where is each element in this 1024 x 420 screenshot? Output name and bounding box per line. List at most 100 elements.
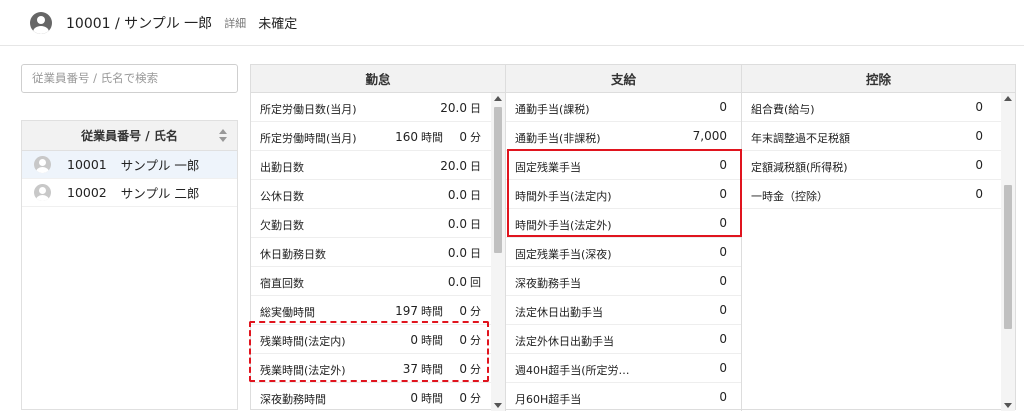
row-value: 197 時間 (395, 303, 443, 319)
attendance-row[interactable]: 公休日数 0.0 日 (251, 180, 505, 209)
row-value: 0 (975, 187, 983, 201)
employee-name: サンプル 二郎 (120, 186, 200, 201)
row-label: 年末調整過不足税額 (751, 132, 850, 145)
search-input[interactable]: 従業員番号 / 氏名で検索 (21, 64, 238, 93)
row-value: 0 (975, 100, 983, 114)
row-value: 0 (719, 100, 727, 114)
sort-icon[interactable] (219, 129, 227, 143)
value-number: 0 (410, 391, 418, 405)
value-unit: 時間 (421, 305, 443, 318)
payment-row[interactable]: 法定外休日出勤手当 0 (506, 325, 741, 354)
payments-column: 通勤手当(課税) 0 通勤手当(非課税) 7,000 固定残業手当 0 時間外手当(法… (506, 93, 742, 411)
payment-row[interactable]: 固定残業手当(深夜) 0 (506, 238, 741, 267)
row-label: 所定労働日数(当月) (260, 103, 357, 116)
attendance-row[interactable]: 欠勤日数 0.0 日 (251, 209, 505, 238)
value-number: 0 (459, 391, 467, 405)
attendance-row[interactable]: 宿直回数 0.0 回 (251, 267, 505, 296)
deductions-header: 控除 (742, 65, 1015, 93)
row-value-minutes: 0分 (459, 129, 481, 145)
attendance-row[interactable]: 所定労働時間(当月) 160 時間 0 分 (251, 122, 505, 151)
employee-list-header[interactable]: 従業員番号 / 氏名 (22, 121, 237, 151)
row-label: 週40H超手当(所定労… (515, 364, 630, 377)
deduction-row[interactable]: 一時金（控除） 0 (742, 180, 1015, 209)
attendance-row[interactable]: 休日勤務日数 0.0 日 (251, 238, 505, 267)
scroll-thumb[interactable] (1004, 185, 1012, 329)
employee-code: 10001 (67, 157, 107, 172)
attendance-scrollbar[interactable] (491, 93, 505, 411)
scroll-up-icon[interactable] (1004, 96, 1012, 101)
payments-header: 支給 (506, 65, 742, 93)
payment-row[interactable]: 週40H超手当(所定労… 0 (506, 354, 741, 383)
payment-row[interactable]: 深夜勤務手当 0 (506, 267, 741, 296)
row-value: 0 (719, 390, 727, 404)
row-value: 20.0 日 (440, 100, 481, 116)
attendance-row[interactable]: 出勤日数 20.0 日 (251, 151, 505, 180)
row-label: 欠勤日数 (260, 219, 304, 232)
payment-row[interactable]: 月60H超手当 0 (506, 383, 741, 411)
deductions-scrollbar[interactable] (1001, 93, 1015, 411)
employee-list-header-label: 従業員番号 / 氏名 (81, 129, 178, 143)
value-number: 0.0 (447, 188, 467, 202)
deduction-row[interactable]: 年末調整過不足税額 0 (742, 122, 1015, 151)
value-number: 20.0 (440, 101, 467, 115)
attendance-row[interactable]: 所定労働日数(当月) 20.0 日 (251, 93, 505, 122)
scroll-up-icon[interactable] (494, 96, 502, 101)
value-unit: 日 (470, 247, 481, 260)
row-value: 0 (719, 245, 727, 259)
row-value: 160 時間 (395, 129, 443, 145)
value-unit: 時間 (421, 131, 443, 144)
value-unit: 分 (470, 131, 481, 144)
value-number: 0.0 (447, 246, 467, 260)
row-value: 0 (719, 303, 727, 317)
row-label: 通勤手当(非課税) (515, 132, 601, 145)
employee-list: 従業員番号 / 氏名 10001 サンプル 一郎 10002 サンプル 二郎 (21, 120, 238, 410)
deduction-row[interactable]: 組合費(給与) 0 (742, 93, 1015, 122)
row-label: 月60H超手当 (515, 393, 582, 406)
row-value: 0 時間 (410, 390, 443, 406)
row-label: 定額減税額(所得税) (751, 161, 848, 174)
status-label: 未確定 (258, 17, 298, 32)
row-value: 0 (719, 332, 727, 346)
row-label: 法定休日出勤手当 (515, 306, 603, 319)
user-avatar-icon (34, 184, 51, 201)
row-value: 0 (719, 274, 727, 288)
row-value: 20.0 日 (440, 158, 481, 174)
scroll-down-icon[interactable] (1004, 403, 1012, 408)
highlight-box-overtime-hours (249, 321, 489, 382)
row-value-minutes: 0分 (459, 303, 481, 319)
attendance-header: 勤怠 (251, 65, 506, 93)
value-unit: 分 (470, 392, 481, 405)
row-label: 宿直回数 (260, 277, 304, 290)
value-unit: 日 (470, 218, 481, 231)
employee-name: サンプル 一郎 (120, 158, 200, 173)
row-label: 組合費(給与) (751, 103, 815, 116)
employee-row[interactable]: 10002 サンプル 二郎 (22, 179, 237, 207)
highlight-box-overtime-allowance (507, 149, 742, 237)
value-number: 0.0 (447, 217, 467, 231)
employee-title: 10001 / サンプル 一郎 (66, 15, 213, 32)
row-label: 休日勤務日数 (260, 248, 326, 261)
employee-row[interactable]: 10001 サンプル 一郎 (22, 151, 237, 179)
value-unit: 日 (470, 189, 481, 202)
payment-row[interactable]: 通勤手当(非課税) 7,000 (506, 122, 741, 151)
top-bar: 10001 / サンプル 一郎 詳細 未確定 (0, 0, 1024, 46)
user-avatar-icon (34, 156, 51, 173)
value-unit: 分 (470, 305, 481, 318)
payment-row[interactable]: 法定休日出勤手当 0 (506, 296, 741, 325)
row-value: 0.0 日 (448, 245, 481, 261)
employee-code: 10002 (67, 185, 107, 200)
row-value: 0.0 日 (448, 216, 481, 232)
value-unit: 日 (470, 160, 481, 173)
row-value: 0 (975, 158, 983, 172)
scroll-down-icon[interactable] (494, 403, 502, 408)
value-number: 160 (395, 130, 418, 144)
deduction-row[interactable]: 定額減税額(所得税) 0 (742, 151, 1015, 180)
attendance-row[interactable]: 深夜勤務時間 0 時間 0 分 (251, 383, 505, 411)
row-label: 総実働時間 (260, 306, 315, 319)
value-number: 0.0 (447, 275, 467, 289)
row-value: 0 (719, 361, 727, 375)
row-label: 出勤日数 (260, 161, 304, 174)
payment-row[interactable]: 通勤手当(課税) 0 (506, 93, 741, 122)
detail-link[interactable]: 詳細 (224, 15, 246, 31)
scroll-thumb[interactable] (494, 107, 502, 253)
